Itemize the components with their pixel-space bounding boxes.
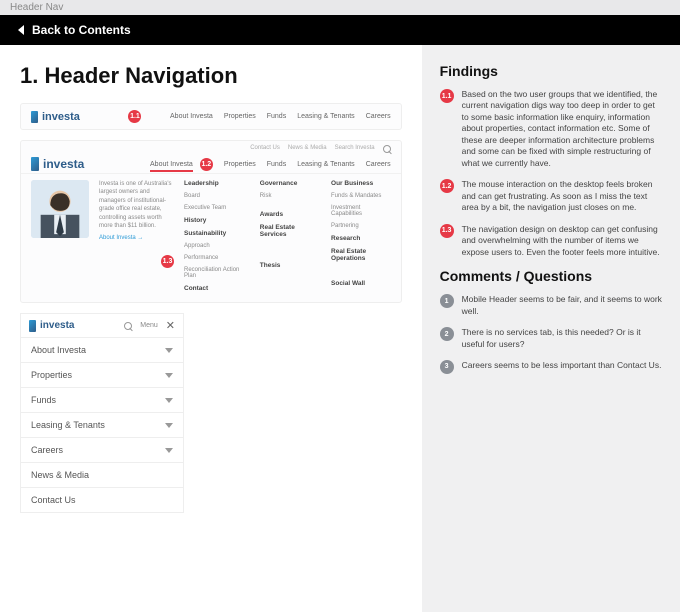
main-content: 1. Header Navigation investa 1.1 About I… [0,45,422,612]
finding-item: 1.1 Based on the two user groups that we … [440,89,662,169]
brand-mark-icon [31,111,38,123]
screenshot-mobile-nav: investa Menu ✕ About Investa Properties Fu… [20,313,184,513]
comment-text: Careers seems to be less important than … [462,360,662,374]
chevron-down-icon [165,423,173,428]
brand-logo: investa [31,111,80,123]
mobile-nav-item: Careers [21,437,183,462]
mobile-nav-label: News & Media [31,470,89,480]
finding-item: 1.2 The mouse interaction on the desktop … [440,179,662,213]
chevron-down-icon [165,398,173,403]
comment-item: 3 Careers seems to be less important than… [440,360,662,374]
page-title: 1. Header Navigation [20,63,402,89]
mobile-nav-label: Properties [31,370,72,380]
nav-item: About Investa [170,113,213,120]
mobile-nav-label: About Investa [31,345,86,355]
mobile-nav-label: Contact Us [31,495,76,505]
nav-item: Properties [224,113,256,120]
brand-text: investa [42,111,80,123]
brand-mark-icon [31,157,39,171]
search-icon [124,322,132,330]
chevron-down-icon [165,373,173,378]
screenshot-desktop-header-expanded: Contact Us News & Media Search Investa i… [20,140,402,303]
findings-heading: Findings [440,63,662,79]
nav-item: Careers [366,113,391,120]
comment-dot-icon: 2 [440,327,454,341]
finding-text: The mouse interaction on the desktop fee… [462,179,662,213]
nav-item: Leasing & Tenants [297,161,354,168]
browser-tab-label: Header Nav [0,0,680,15]
mobile-nav-label: Leasing & Tenants [31,420,105,430]
back-label: Back to Contents [32,23,131,37]
comment-item: 1 Mobile Header seems to be fair, and it … [440,294,662,317]
finding-text: Based on the two user groups that we ide… [462,89,662,169]
comment-dot-icon: 3 [440,360,454,374]
nav-item: Leasing & Tenants [297,113,354,120]
nav-item: Funds [267,113,286,120]
menu-label: Menu [140,322,158,329]
finding-marker-1-1: 1.1 [128,110,141,123]
comments-heading: Comments / Questions [440,268,662,284]
finding-dot-icon: 1.3 [440,224,454,238]
search-icon [383,145,391,153]
comment-item: 2 There is no services tab, is this neede… [440,327,662,350]
screenshot-desktop-header-collapsed: investa 1.1 About Investa Properties Fun… [20,103,402,130]
finding-dot-icon: 1.2 [440,179,454,193]
mobile-nav-label: Careers [31,445,63,455]
finding-marker-1-3: 1.3 [161,255,174,268]
chevron-left-icon [18,25,24,35]
nav-item-active: About Investa [150,161,193,168]
mega-menu-columns: Leadership Board Executive Team History … [184,180,391,292]
brand-logo: investa [31,157,84,171]
mobile-nav-item: Leasing & Tenants [21,412,183,437]
utility-link: Contact Us [250,145,280,153]
comment-dot-icon: 1 [440,294,454,308]
mobile-nav-item: Properties [21,362,183,387]
close-icon: ✕ [166,319,175,332]
chevron-down-icon [165,448,173,453]
mobile-nav-item: Contact Us [21,487,183,512]
mobile-nav-item: About Investa [21,337,183,362]
utility-link: Search Investa [335,145,375,153]
about-link: About Investa → [99,234,174,242]
desktop-nav: About Investa Properties Funds Leasing &… [170,113,391,120]
mobile-nav-item: Funds [21,387,183,412]
mobile-nav-item: News & Media [21,462,183,487]
back-to-contents-bar[interactable]: Back to Contents [0,15,680,45]
avatar-image [31,180,89,238]
nav-item: Funds [267,161,286,168]
nav-item: Properties [224,161,256,168]
utility-link: News & Media [288,145,327,153]
brand-logo-mobile: investa [29,320,74,332]
finding-text: The navigation design on desktop can get… [462,224,662,258]
comment-text: There is no services tab, is this needed… [462,327,662,350]
findings-sidebar: Findings 1.1 Based on the two user groups… [422,45,680,612]
finding-marker-1-2: 1.2 [200,158,213,171]
desktop-nav-expanded: About Investa 1.2 Properties Funds Leasi… [150,158,391,171]
nav-item: Careers [366,161,391,168]
comment-text: Mobile Header seems to be fair, and it s… [462,294,662,317]
finding-item: 1.3 The navigation design on desktop can … [440,224,662,258]
brand-mark-icon [29,320,36,332]
utility-nav: Contact Us News & Media Search Investa [250,145,390,153]
chevron-down-icon [165,348,173,353]
finding-dot-icon: 1.1 [440,89,454,103]
mobile-nav-label: Funds [31,395,56,405]
mega-menu-blurb: Investa is one of Australia's largest ow… [99,180,174,292]
